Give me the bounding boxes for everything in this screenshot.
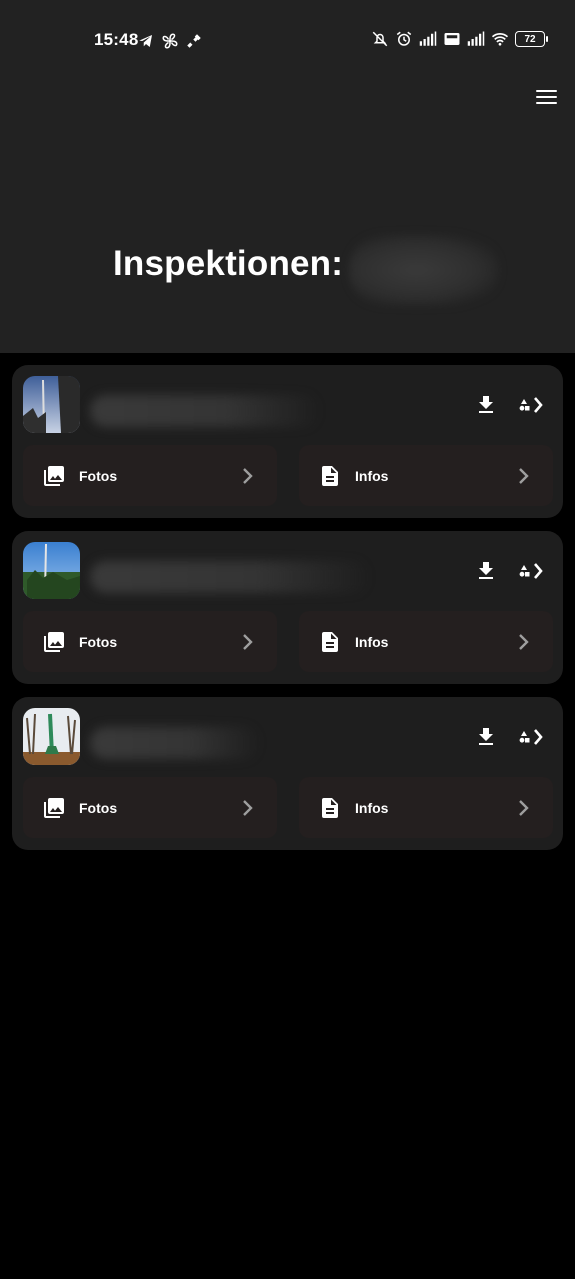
redacted-inspection-name [90, 561, 370, 593]
redacted-inspection-name [90, 727, 260, 759]
inspection-card: Fotos Infos [12, 697, 563, 850]
satellite-icon [187, 34, 201, 48]
hamburger-menu-icon[interactable] [536, 86, 560, 106]
shapes-chevron-icon[interactable] [517, 561, 547, 581]
chevron-right-icon [519, 800, 529, 816]
download-icon[interactable] [474, 393, 498, 417]
app-header: 15:48 72 Inspektionen: [0, 0, 575, 353]
download-icon[interactable] [474, 559, 498, 583]
infos-button[interactable]: Infos [299, 777, 553, 838]
inspection-thumbnail[interactable] [23, 542, 80, 599]
chevron-right-icon [519, 468, 529, 484]
chevron-right-icon [243, 634, 253, 650]
redacted-inspection-name [90, 395, 320, 427]
infos-button[interactable]: Infos [299, 445, 553, 506]
alarm-icon [396, 31, 412, 46]
page-title: Inspektionen: [113, 244, 344, 283]
infos-label: Infos [355, 800, 389, 816]
fotos-button[interactable]: Fotos [23, 777, 277, 838]
inspection-list: Fotos Infos Fotos Infos Fotos Infos [12, 365, 563, 863]
inspection-card: Fotos Infos [12, 365, 563, 518]
document-icon [322, 466, 338, 486]
wifi-icon [491, 33, 509, 46]
chevron-right-icon [519, 634, 529, 650]
chevron-right-icon [243, 800, 253, 816]
infos-button[interactable]: Infos [299, 611, 553, 672]
fotos-label: Fotos [79, 634, 118, 650]
signal-icon [467, 31, 485, 46]
image-gallery-icon [44, 798, 64, 818]
mute-icon [372, 31, 388, 47]
fan-icon [162, 33, 178, 49]
redacted-title-value [349, 234, 500, 306]
telegram-icon [139, 35, 152, 47]
fotos-label: Fotos [79, 468, 118, 484]
inspection-thumbnail[interactable] [23, 708, 80, 765]
status-bar: 15:48 72 [0, 0, 575, 80]
inspection-thumbnail[interactable] [23, 376, 80, 433]
image-gallery-icon [44, 632, 64, 652]
status-time: 15:48 [94, 30, 139, 49]
shapes-chevron-icon[interactable] [517, 395, 547, 415]
infos-label: Infos [355, 634, 389, 650]
volte-icon [444, 33, 460, 45]
document-icon [322, 798, 338, 818]
fotos-label: Fotos [79, 800, 118, 816]
download-icon[interactable] [474, 725, 498, 749]
infos-label: Infos [355, 468, 389, 484]
inspection-card: Fotos Infos [12, 531, 563, 684]
signal-icon [419, 31, 437, 46]
shapes-chevron-icon[interactable] [517, 727, 547, 747]
fotos-button[interactable]: Fotos [23, 445, 277, 506]
chevron-right-icon [243, 468, 253, 484]
image-gallery-icon [44, 466, 64, 486]
document-icon [322, 632, 338, 652]
fotos-button[interactable]: Fotos [23, 611, 277, 672]
battery-icon: 72 [515, 31, 548, 47]
